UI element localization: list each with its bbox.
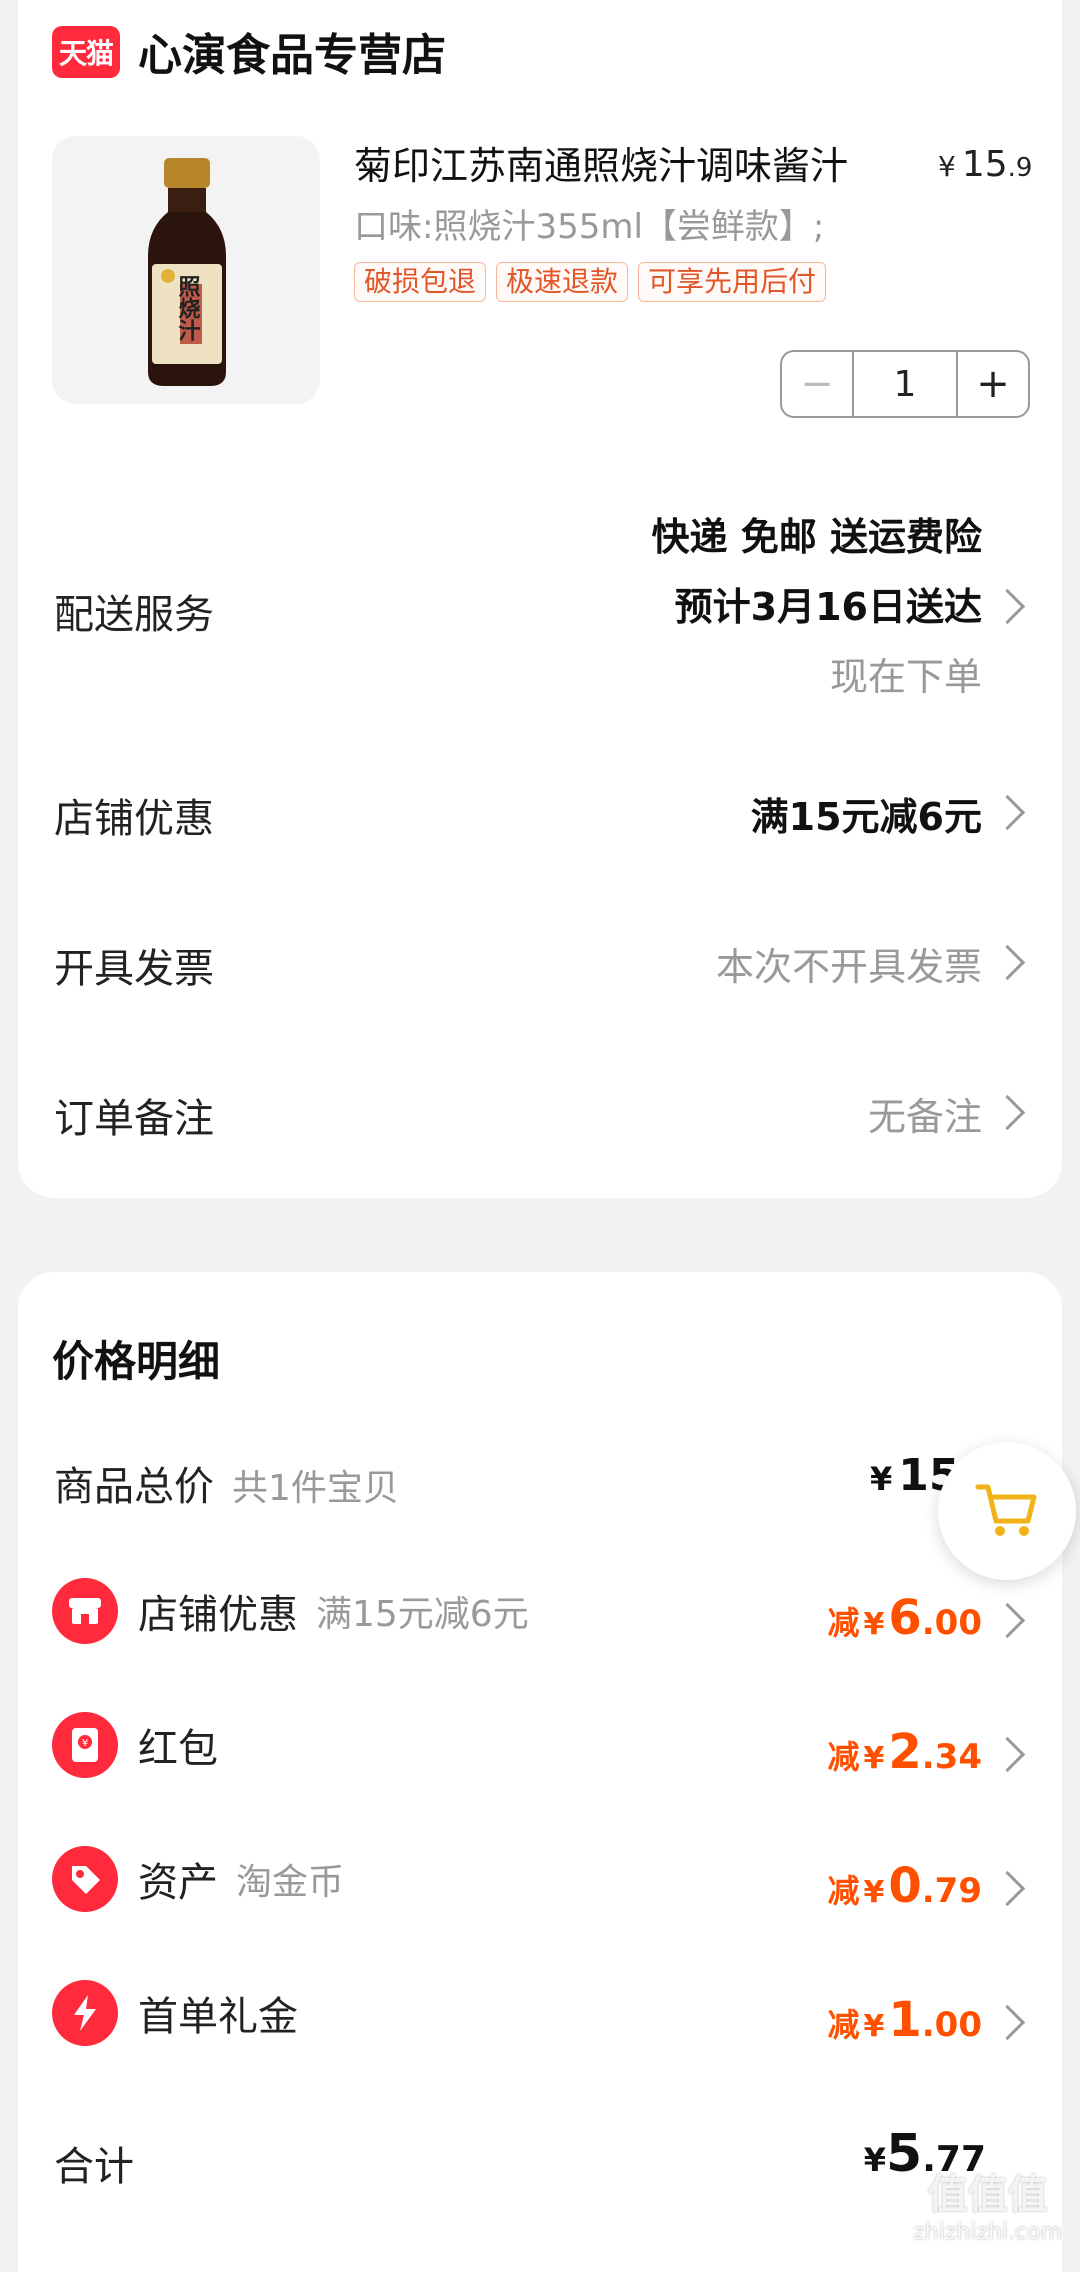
goods-total-label: 商品总价 bbox=[54, 1464, 214, 1510]
store-discount-label: 店铺优惠 bbox=[54, 796, 214, 842]
order-note-value[interactable]: 无备注 bbox=[868, 1086, 982, 1141]
product-image[interactable]: 照烧汁 bbox=[52, 136, 320, 404]
discount-row-first-order[interactable]: 首单礼金 bbox=[52, 1980, 298, 2046]
bottle-label-text: 照烧汁 bbox=[175, 275, 201, 341]
tmall-logo-icon: 天猫 bbox=[52, 26, 120, 78]
chevron-right-icon[interactable] bbox=[989, 1870, 1026, 1907]
chevron-right-icon[interactable] bbox=[989, 944, 1026, 981]
invoice-value[interactable]: 本次不开具发票 bbox=[716, 936, 982, 991]
chevron-right-icon[interactable] bbox=[989, 794, 1026, 831]
discount-amount: 减 ¥2.34 bbox=[827, 1724, 982, 1780]
goods-count: 共1件宝贝 bbox=[232, 1468, 399, 1509]
order-card: 天猫 心演食品专营店 照烧汁 菊印江苏南通照烧汁调味酱汁 ¥15.9 口味:照烧… bbox=[18, 0, 1062, 1198]
discount-label: 红包 bbox=[138, 1726, 218, 1772]
delivery-method[interactable]: 快递 免邮 送运费险 bbox=[652, 506, 982, 561]
floating-cart-button[interactable] bbox=[938, 1442, 1076, 1580]
store-discount-value[interactable]: 满15元减6元 bbox=[751, 786, 982, 841]
chevron-right-icon[interactable] bbox=[989, 1094, 1026, 1131]
decrease-button[interactable]: − bbox=[782, 352, 852, 416]
service-tags: 破损包退 极速退款 可享先用后付 bbox=[354, 262, 827, 302]
cart-icon bbox=[975, 1484, 1037, 1536]
quantity-stepper: − 1 + bbox=[780, 350, 1030, 418]
discount-row-red-packet[interactable]: ¥ 红包 bbox=[52, 1712, 218, 1778]
chevron-right-icon[interactable] bbox=[989, 1602, 1026, 1639]
coin-tag-icon bbox=[52, 1846, 118, 1912]
discount-label: 资产 bbox=[138, 1860, 218, 1906]
chevron-right-icon[interactable] bbox=[989, 1736, 1026, 1773]
discount-label: 店铺优惠 bbox=[138, 1592, 298, 1638]
product-title[interactable]: 菊印江苏南通照烧汁调味酱汁 bbox=[354, 142, 848, 190]
chevron-right-icon[interactable] bbox=[989, 2004, 1026, 2041]
tag-fast-refund: 极速退款 bbox=[496, 262, 629, 302]
watermark: 值值值 zhizhizhi.com bbox=[913, 2172, 1062, 2245]
total-label: 合计 bbox=[54, 2144, 134, 2190]
shop-icon bbox=[52, 1578, 118, 1644]
price-detail-card: 价格明细 商品总价 共1件宝贝 ¥15 店铺优惠 满15元减6元 减 ¥6.00 ¥… bbox=[18, 1272, 1062, 2272]
order-now-hint: 现在下单 bbox=[829, 655, 982, 699]
sauce-bottle-icon: 照烧汁 bbox=[148, 158, 226, 386]
tag-pay-later: 可享先用后付 bbox=[638, 262, 827, 302]
delivery-eta[interactable]: 预计3月16日送达 bbox=[675, 576, 982, 631]
svg-text:¥: ¥ bbox=[82, 1738, 88, 1749]
store-name[interactable]: 心演食品专营店 bbox=[138, 30, 446, 82]
discount-sub: 淘金币 bbox=[236, 1862, 345, 1903]
discount-label: 首单礼金 bbox=[138, 1994, 298, 2040]
discount-amount: 减 ¥0.79 bbox=[827, 1858, 982, 1914]
discount-sub: 满15元减6元 bbox=[316, 1594, 529, 1635]
discount-row-store[interactable]: 店铺优惠 满15元减6元 bbox=[52, 1578, 529, 1644]
lightning-icon bbox=[52, 1980, 118, 2046]
chevron-right-icon[interactable] bbox=[989, 588, 1026, 625]
discount-amount: 减 ¥1.00 bbox=[827, 1992, 982, 2048]
product-price: ¥15.9 bbox=[938, 144, 1033, 185]
red-packet-icon: ¥ bbox=[52, 1712, 118, 1778]
order-note-label: 订单备注 bbox=[54, 1096, 214, 1142]
tag-damage-return: 破损包退 bbox=[354, 262, 487, 302]
delivery-label: 配送服务 bbox=[54, 592, 214, 638]
increase-button[interactable]: + bbox=[958, 352, 1028, 416]
price-detail-title: 价格明细 bbox=[52, 1337, 221, 1386]
quantity-value[interactable]: 1 bbox=[852, 352, 958, 416]
discount-amount: 减 ¥6.00 bbox=[827, 1590, 982, 1646]
invoice-label: 开具发票 bbox=[54, 946, 214, 992]
product-variant[interactable]: 口味:照烧汁355ml【尝鲜款】; bbox=[354, 204, 824, 250]
discount-row-assets[interactable]: 资产 淘金币 bbox=[52, 1846, 344, 1912]
goods-total-row: 商品总价 共1件宝贝 bbox=[54, 1454, 399, 1512]
